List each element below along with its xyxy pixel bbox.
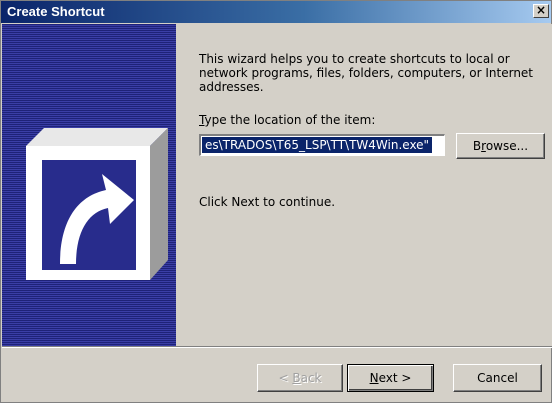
continue-text: Click Next to continue. [199, 195, 336, 209]
browse-label-post: owse... [485, 139, 529, 153]
location-input[interactable]: es\TRADOS\T65_LSP\TT\TW4Win.exe" [199, 134, 445, 156]
location-label: Type the location of the item: [199, 113, 375, 127]
back-label-mnemonic: B [292, 371, 301, 385]
browse-button[interactable]: Browse... [456, 133, 545, 159]
title-bar[interactable]: Create Shortcut × [1, 1, 551, 23]
cancel-button[interactable]: Cancel [453, 364, 542, 392]
location-label-text: ype the location of the item: [204, 113, 376, 127]
close-button[interactable]: × [533, 4, 549, 18]
intro-text: This wizard helps you to create shortcut… [199, 52, 534, 94]
browse-label-pre: B [472, 139, 482, 153]
footer-divider [2, 346, 552, 348]
location-input-value: es\TRADOS\T65_LSP\TT\TW4Win.exe" [202, 137, 433, 153]
back-label-pre: < [278, 371, 293, 385]
create-shortcut-dialog: Create Shortcut × This wizard helps you … [0, 0, 552, 403]
close-icon: × [535, 3, 547, 17]
shortcut-arrow-icon [26, 128, 168, 280]
wizard-content: This wizard helps you to create shortcut… [176, 24, 552, 346]
back-label-post: ack [300, 371, 322, 385]
window-title: Create Shortcut [7, 4, 105, 19]
back-button[interactable]: < Back [257, 364, 343, 392]
next-label-post: ext > [378, 371, 412, 385]
next-label-mnemonic: N [369, 371, 379, 385]
wizard-banner [2, 24, 176, 346]
next-button[interactable]: Next > [347, 364, 434, 392]
